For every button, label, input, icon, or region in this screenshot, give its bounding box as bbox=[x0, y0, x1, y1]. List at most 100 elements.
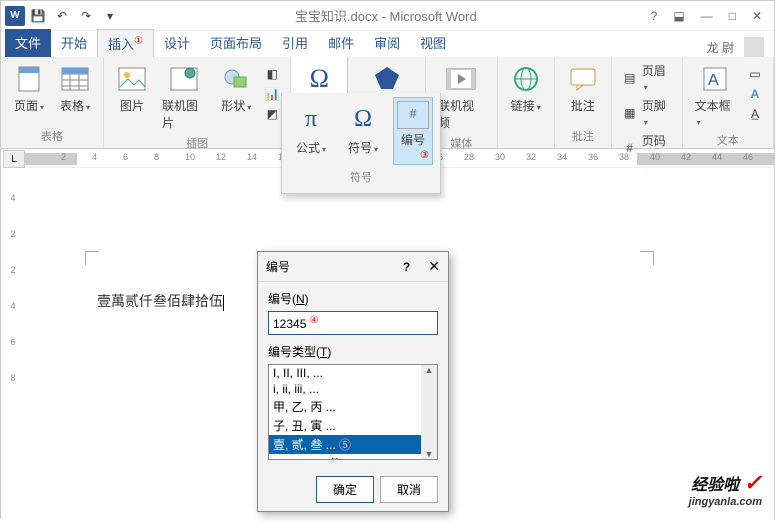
label-type: 编号类型(T) bbox=[268, 343, 438, 360]
tab-file[interactable]: 文件 bbox=[5, 29, 51, 57]
office-apps-icon bbox=[371, 63, 403, 95]
ruler-tick: 4 bbox=[92, 152, 97, 162]
ruler-tick: 10 bbox=[185, 152, 195, 162]
minimize-button[interactable]: — bbox=[701, 9, 713, 23]
online-picture-button[interactable]: 联机图片 bbox=[158, 61, 210, 133]
ruler-tick: 32 bbox=[526, 152, 536, 162]
group-text: A 文本框 ▭ A A̲ 文本 bbox=[683, 57, 774, 148]
dialog-title: 编号 bbox=[266, 258, 403, 275]
type-listbox[interactable]: I, II, III, ... i, ii, iii, ... 甲, 乙, 丙 … bbox=[268, 364, 438, 460]
annotation-3: ③ bbox=[420, 150, 429, 161]
save-button[interactable]: 💾 bbox=[27, 5, 49, 27]
margin-corner-tr bbox=[640, 251, 654, 265]
link-button[interactable]: 链接 bbox=[506, 61, 546, 116]
shapes-button[interactable]: 形状 bbox=[216, 61, 256, 116]
undo-button[interactable]: ↶ bbox=[51, 5, 73, 27]
document-text[interactable]: 壹萬贰仟叁佰肆拾伍 bbox=[97, 291, 224, 311]
help-button[interactable]: ? bbox=[651, 9, 658, 23]
qat: W 💾 ↶ ↷ ▾ bbox=[5, 5, 121, 27]
formula-button[interactable]: π 公式 bbox=[289, 97, 333, 165]
screenshot-button[interactable]: ◩ bbox=[262, 105, 282, 123]
ribbon-toggle[interactable]: ⬓ bbox=[673, 9, 684, 23]
number-dialog: 编号 ? ✕ 编号(N) 12345 ④ 编号类型(T) I, II, III,… bbox=[257, 251, 449, 512]
list-item[interactable]: I, II, III, ... bbox=[269, 365, 437, 381]
tab-design[interactable]: 设计 bbox=[154, 29, 200, 57]
number-input[interactable]: 12345 ④ bbox=[268, 311, 438, 335]
qat-more[interactable]: ▾ bbox=[99, 5, 121, 27]
tab-layout[interactable]: 页面布局 bbox=[200, 29, 272, 57]
tab-insert[interactable]: 插入① bbox=[97, 29, 154, 58]
comment-button[interactable]: 批注 bbox=[563, 61, 603, 116]
symbol-panel-label: 符号 bbox=[350, 165, 372, 189]
titlebar: W 💾 ↶ ↷ ▾ 宝宝知识.docx - Microsoft Word ? ⬓… bbox=[1, 1, 774, 31]
annotation-4: ④ bbox=[310, 315, 319, 326]
group-label-illus: 插图 bbox=[186, 133, 208, 151]
table-button[interactable]: 表格 bbox=[55, 61, 95, 116]
ruler-tick: 46 bbox=[743, 152, 753, 162]
tab-references[interactable]: 引用 bbox=[272, 29, 318, 57]
dialog-help[interactable]: ? bbox=[403, 260, 410, 274]
dialog-close[interactable]: ✕ bbox=[428, 258, 440, 275]
text-cursor bbox=[223, 295, 224, 311]
group-label-pages: 表格 bbox=[41, 126, 63, 144]
tab-home[interactable]: 开始 bbox=[51, 29, 97, 57]
pages-button[interactable]: 页面 bbox=[9, 61, 49, 116]
quickparts-button[interactable]: ▭ bbox=[745, 65, 765, 83]
annotation-5: ⑤ bbox=[339, 438, 351, 452]
scrollbar[interactable]: ▲▼ bbox=[421, 365, 437, 459]
ruler-tick: 12 bbox=[216, 152, 226, 162]
dropcap-button[interactable]: A̲ bbox=[745, 105, 765, 123]
group-header-footer: ▤页眉 ▦页脚 #页码 页眉和页脚 bbox=[612, 57, 683, 148]
cancel-button[interactable]: 取消 bbox=[380, 476, 438, 503]
dialog-titlebar[interactable]: 编号 ? ✕ bbox=[258, 252, 448, 282]
picture-button[interactable]: 图片 bbox=[112, 61, 152, 116]
symbol-dropdown-panel: π 公式 Ω 符号 # 编号 ③ 符号 bbox=[281, 93, 441, 194]
group-comments: 批注 批注 bbox=[555, 57, 612, 148]
header-button[interactable]: ▤页眉 bbox=[620, 61, 674, 94]
wordart-button[interactable]: A bbox=[745, 85, 765, 103]
online-video-button[interactable]: 联机视频 bbox=[434, 61, 489, 133]
footer-icon: ▦ bbox=[622, 105, 638, 121]
ruler-tick: 36 bbox=[588, 152, 598, 162]
ruler-tick: 6 bbox=[123, 152, 128, 162]
scroll-down-icon[interactable]: ▼ bbox=[425, 449, 434, 459]
list-item[interactable]: 一, 二, 三 (简)... bbox=[269, 454, 437, 460]
list-item-selected[interactable]: 壹, 贰, 叁 ... ⑤ bbox=[269, 435, 437, 454]
list-item[interactable]: i, ii, iii, ... bbox=[269, 381, 437, 397]
smartart-icon: ◧ bbox=[264, 66, 280, 82]
tab-view[interactable]: 视图 bbox=[410, 29, 456, 57]
wordart-icon: A bbox=[747, 86, 763, 102]
close-button[interactable]: ✕ bbox=[752, 9, 762, 23]
group-links: 链接 bbox=[498, 57, 555, 148]
chart-button[interactable]: 📊 bbox=[262, 85, 282, 103]
user-name[interactable]: 龙 尉 bbox=[707, 39, 734, 56]
ruler-tick: 14 bbox=[247, 152, 257, 162]
window-title: 宝宝知识.docx - Microsoft Word bbox=[121, 6, 651, 25]
ribbon-tabs: 文件 开始 插入① 设计 页面布局 引用 邮件 审阅 视图 龙 尉 bbox=[1, 31, 774, 57]
ruler-tick: 28 bbox=[464, 152, 474, 162]
redo-button[interactable]: ↷ bbox=[75, 5, 97, 27]
tab-selector[interactable]: L bbox=[3, 150, 25, 168]
group-pages: 页面 表格 表格 bbox=[1, 57, 104, 148]
scroll-up-icon[interactable]: ▲ bbox=[425, 365, 434, 375]
word-icon: W bbox=[5, 6, 25, 26]
textbox-button[interactable]: A 文本框 bbox=[691, 61, 739, 130]
smartart-button[interactable]: ◧ bbox=[262, 65, 282, 83]
tab-review[interactable]: 审阅 bbox=[364, 29, 410, 57]
list-item[interactable]: 甲, 乙, 丙 ... bbox=[269, 397, 437, 416]
annotation-1: ① bbox=[134, 36, 143, 47]
tab-mailings[interactable]: 邮件 bbox=[318, 29, 364, 57]
quickparts-icon: ▭ bbox=[747, 66, 763, 82]
list-item[interactable]: 子, 丑, 寅 ... bbox=[269, 416, 437, 435]
maximize-button[interactable]: □ bbox=[729, 9, 736, 23]
number-button[interactable]: # 编号 ③ bbox=[393, 97, 433, 165]
vertical-ruler[interactable]: 4 2 2 4 6 8 bbox=[1, 169, 25, 529]
group-illustrations: 图片 联机图片 形状 ◧ 📊 ◩ 插图 bbox=[104, 57, 291, 148]
check-icon: ✓ bbox=[744, 470, 762, 495]
avatar[interactable] bbox=[744, 37, 764, 57]
table-icon bbox=[59, 63, 91, 95]
symbol-item-button[interactable]: Ω 符号 bbox=[341, 97, 385, 165]
footer-button[interactable]: ▦页脚 bbox=[620, 96, 674, 129]
ok-button[interactable]: 确定 bbox=[316, 476, 374, 503]
header-icon: ▤ bbox=[622, 70, 638, 86]
